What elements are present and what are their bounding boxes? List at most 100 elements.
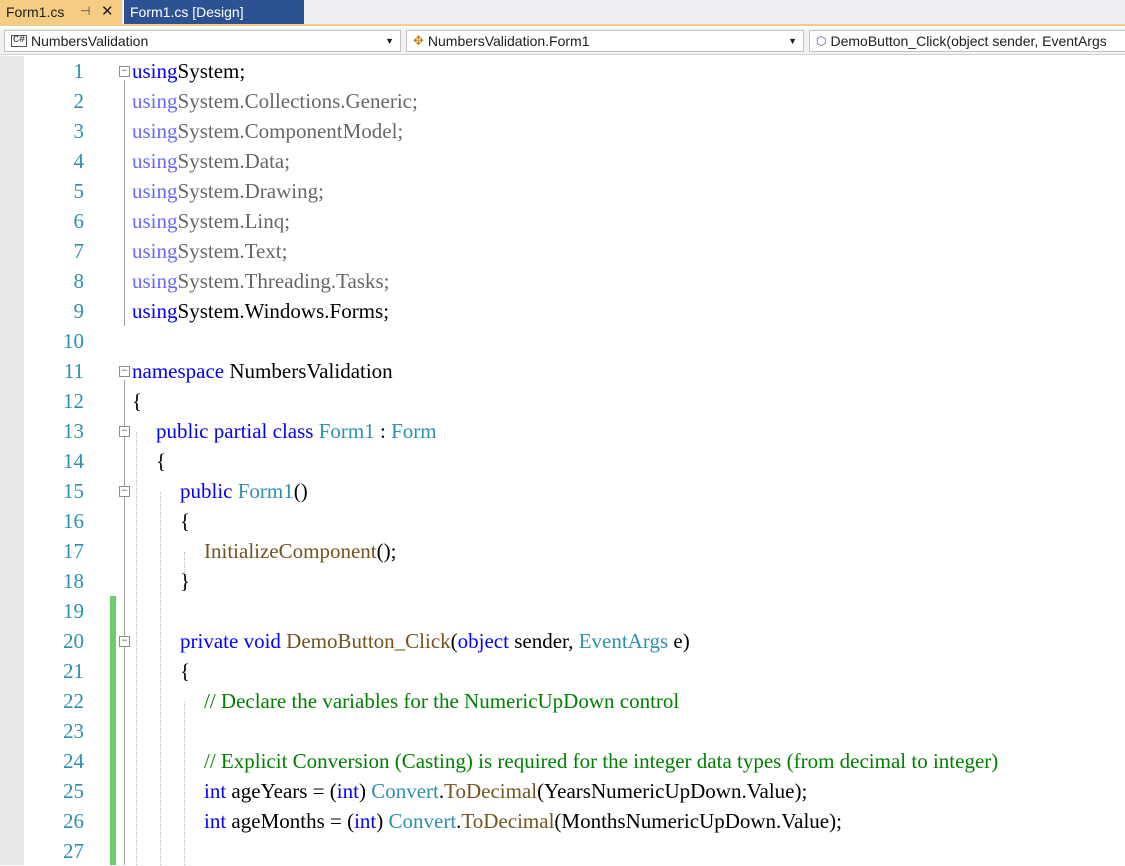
code-line[interactable]: 23 xyxy=(0,716,1125,746)
code-line[interactable]: 24 // Explicit Conversion (Casting) is re… xyxy=(0,746,1125,776)
code-line[interactable]: 21 { xyxy=(0,656,1125,686)
code-line[interactable]: 10 xyxy=(0,326,1125,356)
code-line[interactable]: 15 − public Form1() xyxy=(0,476,1125,506)
tab-form1-cs[interactable]: Form1.cs ⊣ ✕ xyxy=(0,0,122,26)
project-dropdown[interactable]: C# NumbersValidation ▼ xyxy=(4,30,401,52)
method-icon: ⬡ xyxy=(816,34,827,48)
code-token: EventArgs xyxy=(578,629,669,653)
code-line[interactable]: 26 int ageMonths = (int) Convert.ToDecima… xyxy=(0,806,1125,836)
code-line[interactable]: 7 usingSystem.Text; xyxy=(0,236,1125,266)
line-number: 15 xyxy=(63,479,84,503)
code-text: { xyxy=(180,656,190,686)
line-number: 22 xyxy=(63,689,84,713)
line-number: 21 xyxy=(63,659,84,683)
code-line[interactable]: 1 − usingSystem; xyxy=(0,56,1125,86)
tab-form1-design-label: Form1.cs [Design] xyxy=(130,4,244,20)
code-text: usingSystem.ComponentModel; xyxy=(132,116,403,146)
code-text: public partial class Form1 : Form xyxy=(156,416,437,446)
tab-form1-design[interactable]: Form1.cs [Design] xyxy=(124,0,304,24)
code-line[interactable]: 20 − private void DemoButton_Click(object … xyxy=(0,626,1125,656)
line-number: 13 xyxy=(63,419,84,443)
line-number: 8 xyxy=(73,269,85,293)
code-line[interactable]: 18} xyxy=(0,566,1125,596)
code-token: (); xyxy=(376,539,397,563)
line-number: 16 xyxy=(63,509,84,533)
code-line[interactable]: 22 // Declare the variables for the Numer… xyxy=(0,686,1125,716)
code-line[interactable]: 5 usingSystem.Drawing; xyxy=(0,176,1125,206)
code-line[interactable]: 13 − public partial class Form1 : Form xyxy=(0,416,1125,446)
code-text: // Explicit Conversion (Casting) is requ… xyxy=(204,746,998,776)
code-token: Convert xyxy=(371,779,439,803)
code-line[interactable]: 4 usingSystem.Data; xyxy=(0,146,1125,176)
line-number: 5 xyxy=(73,179,85,203)
code-token: System.ComponentModel; xyxy=(177,119,404,143)
code-token: { xyxy=(180,509,191,533)
code-line[interactable]: 6 usingSystem.Linq; xyxy=(0,206,1125,236)
code-token: partial xyxy=(213,419,268,443)
code-text: usingSystem.Text; xyxy=(132,236,287,266)
code-token: public xyxy=(180,479,233,503)
line-number: 4 xyxy=(73,149,85,173)
code-token: e) xyxy=(668,629,690,653)
collapse-icon[interactable]: − xyxy=(119,426,130,437)
code-token: Convert xyxy=(388,809,457,833)
line-number: 17 xyxy=(63,539,84,563)
code-line[interactable]: 12 { xyxy=(0,386,1125,416)
class-icon: ✥ xyxy=(413,33,424,48)
tab-strip-underline xyxy=(0,24,1125,26)
chevron-down-icon: ▼ xyxy=(385,36,394,46)
member-dropdown-value: DemoButton_Click(object sender, EventArg… xyxy=(830,33,1107,49)
collapse-icon[interactable]: − xyxy=(119,66,130,77)
code-text: namespace NumbersValidation xyxy=(132,356,393,386)
code-text: usingSystem.Threading.Tasks; xyxy=(132,266,390,296)
code-token: NumbersValidation xyxy=(224,359,393,383)
close-icon[interactable]: ✕ xyxy=(101,2,114,20)
code-line[interactable]: 2 usingSystem.Collections.Generic; xyxy=(0,86,1125,116)
code-token: Form1 xyxy=(318,419,375,443)
tab-form1-cs-label: Form1.cs xyxy=(6,4,65,20)
line-number: 25 xyxy=(63,779,84,803)
code-line[interactable]: 3 usingSystem.ComponentModel; xyxy=(0,116,1125,146)
code-token: { xyxy=(156,449,167,473)
csharp-project-icon: C# xyxy=(11,35,28,47)
line-number: 26 xyxy=(63,809,84,833)
code-text: // Declare the variables for the Numeric… xyxy=(204,686,679,716)
code-line[interactable]: 16 { xyxy=(0,506,1125,536)
line-number: 2 xyxy=(73,89,85,113)
pin-icon[interactable]: ⊣ xyxy=(80,4,90,18)
line-number: 24 xyxy=(63,749,84,773)
code-token: using xyxy=(132,89,178,113)
code-line[interactable]: 19 xyxy=(0,596,1125,626)
code-text: usingSystem.Data; xyxy=(132,146,290,176)
code-editor[interactable]: 1− usingSystem; 2 usingSystem.Collections.G… xyxy=(0,56,1125,865)
code-line[interactable]: 14 { xyxy=(0,446,1125,476)
code-token: { xyxy=(180,659,191,683)
member-dropdown[interactable]: ⬡ DemoButton_Click(object sender, EventA… xyxy=(809,30,1125,52)
code-line[interactable]: 11 − namespace NumbersValidation xyxy=(0,356,1125,386)
code-text: } xyxy=(180,566,190,596)
line-number: 1 xyxy=(73,59,85,83)
code-text: private void DemoButton_Click(object sen… xyxy=(180,626,690,656)
code-token: namespace xyxy=(132,359,225,383)
collapse-icon[interactable]: − xyxy=(119,366,130,377)
line-number: 23 xyxy=(63,719,84,743)
code-token: (MonthsNumericUpDown.Value); xyxy=(554,809,842,833)
collapse-icon[interactable]: − xyxy=(119,636,130,647)
code-line[interactable]: 27 xyxy=(0,836,1125,866)
code-line[interactable]: 25 int ageYears = (int) Convert.ToDecimal… xyxy=(0,776,1125,806)
code-token: () xyxy=(293,479,308,503)
code-text: usingSystem.Collections.Generic; xyxy=(132,86,418,116)
line-number: 12 xyxy=(63,389,84,413)
code-line[interactable]: 9 usingSystem.Windows.Forms; xyxy=(0,296,1125,326)
type-dropdown[interactable]: ✥ NumbersValidation.Form1 ▼ xyxy=(406,30,804,52)
code-line[interactable]: 8 usingSystem.Threading.Tasks; xyxy=(0,266,1125,296)
code-token: ToDecimal xyxy=(444,779,538,803)
code-token: DemoButton_Click xyxy=(286,629,451,653)
code-token: ageMonths = ( xyxy=(226,809,355,833)
code-token: (YearsNumericUpDown.Value); xyxy=(537,779,808,803)
code-token: System.Linq; xyxy=(177,209,291,233)
code-line[interactable]: 17 InitializeComponent(); xyxy=(0,536,1125,566)
code-token: System.Data; xyxy=(177,149,291,173)
code-token: public xyxy=(156,419,209,443)
collapse-icon[interactable]: − xyxy=(119,486,130,497)
